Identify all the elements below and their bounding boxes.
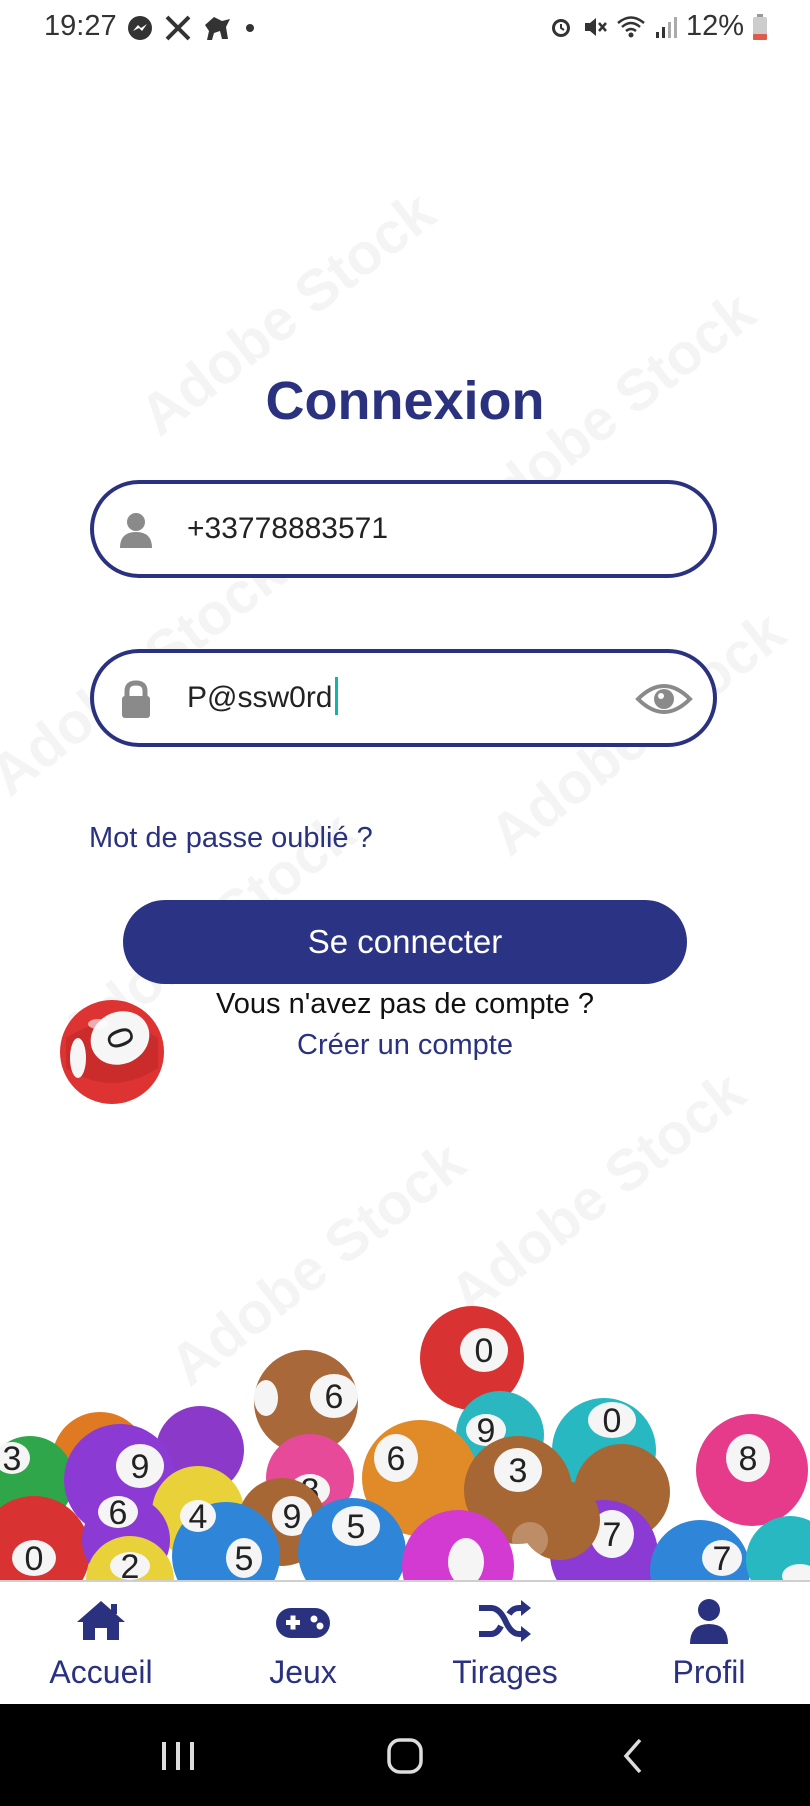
nav-label: Profil [672, 1654, 746, 1690]
x-icon [165, 15, 191, 41]
create-account-link[interactable]: Créer un compte [0, 1029, 810, 1062]
dot-icon [246, 24, 254, 32]
ball-number: 7 [713, 1540, 732, 1578]
nav-label: Jeux [269, 1654, 337, 1690]
ball-number: 5 [235, 1540, 254, 1578]
status-right: 12% [548, 10, 768, 43]
recent-apps-icon[interactable] [156, 1734, 200, 1778]
nav-tirages[interactable]: Tirages [404, 1582, 606, 1706]
system-nav-bar [0, 1704, 810, 1806]
password-field[interactable]: P@ssw0rd [90, 649, 717, 747]
ball-number: 9 [283, 1498, 302, 1536]
signal-icon [655, 16, 677, 38]
ball-number: 7 [603, 1516, 622, 1554]
phone-value: +33778883571 [187, 512, 389, 545]
ball-number: 0 [475, 1332, 494, 1370]
no-account-text: Vous n'avez pas de compte ? [216, 988, 594, 1020]
ball-number: 0 [603, 1402, 622, 1440]
text-caret [334, 677, 338, 716]
wifi-icon [617, 15, 645, 37]
ball-number: 4 [189, 1498, 208, 1536]
user-icon [690, 1599, 728, 1644]
home-icon [77, 1601, 125, 1640]
ball-number: 6 [109, 1494, 128, 1532]
nav-profil[interactable]: Profil [608, 1582, 810, 1706]
nav-label: Accueil [49, 1654, 153, 1690]
user-icon [120, 513, 152, 548]
battery-icon [753, 13, 767, 40]
ball-number: 9 [131, 1448, 150, 1486]
status-time: 19:27 [44, 10, 117, 42]
page-title: Connexion [265, 371, 545, 431]
back-icon[interactable] [612, 1734, 656, 1778]
lottery-balls-image: 0 6 9 0 8 3 9 8 6 3 9 0 6 2 45 5 7 7 [0, 1306, 810, 1580]
nav-label: Tirages [452, 1654, 558, 1690]
eye-icon[interactable] [635, 679, 693, 719]
notification-icon [205, 17, 230, 40]
password-text: P@ssw0rd [187, 681, 333, 714]
shuffle-icon [479, 1600, 531, 1642]
ball-number: 3 [509, 1452, 528, 1490]
nav-jeux[interactable]: Jeux [202, 1582, 404, 1706]
watermark: Adobe Stock [437, 1058, 758, 1329]
forgot-password-link[interactable]: Mot de passe oublié ? [89, 822, 373, 855]
messenger-icon [128, 16, 152, 40]
ball-number: 6 [387, 1440, 406, 1478]
gamepad-icon [276, 1608, 330, 1638]
lock-icon [122, 680, 150, 718]
ball-number: 5 [347, 1508, 366, 1546]
mute-icon [584, 17, 607, 36]
ball-number: 3 [3, 1440, 22, 1478]
home-circle-icon[interactable] [383, 1734, 427, 1778]
phone-field[interactable]: +33778883571 [90, 480, 717, 578]
ball-number: 0 [25, 1540, 44, 1578]
battery-percent: 12% [685, 10, 744, 42]
password-value: P@ssw0rd [187, 677, 338, 716]
status-left-icons [126, 12, 256, 44]
ball-number: 8 [739, 1440, 758, 1478]
bottom-nav: Accueil Jeux Tirages Profil [0, 1580, 810, 1706]
ball-number: 2 [121, 1548, 140, 1580]
ball-number: 6 [325, 1378, 344, 1416]
status-bar: 19:27 12% [0, 0, 810, 56]
nav-accueil[interactable]: Accueil [0, 1582, 202, 1706]
login-button[interactable]: Se connecter [123, 900, 687, 984]
alarm-icon [551, 18, 570, 37]
